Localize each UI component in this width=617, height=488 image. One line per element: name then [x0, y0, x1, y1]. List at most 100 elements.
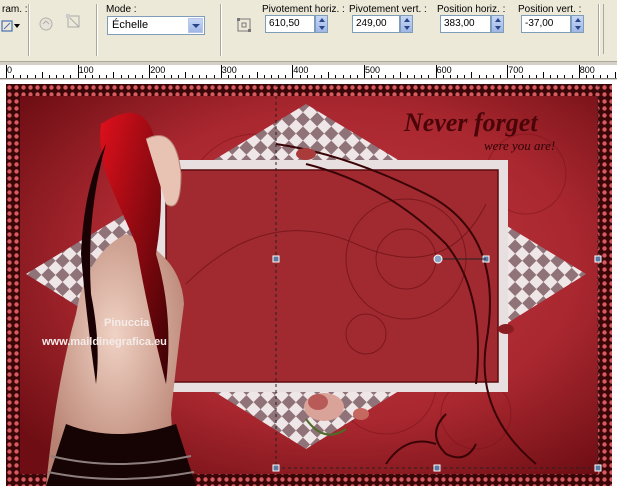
ruler-label: 300 — [221, 65, 237, 75]
ruler-tick — [199, 75, 201, 78]
ruler-tick — [392, 75, 394, 78]
ruler-tick — [528, 75, 530, 78]
ruler-tick — [270, 75, 272, 78]
ruler-tick — [364, 65, 365, 78]
ruler-tick — [242, 75, 244, 78]
ruler-tick — [457, 75, 459, 78]
ruler-tick — [106, 75, 108, 78]
pivot-icon[interactable] — [234, 15, 254, 35]
ruler-tick — [378, 75, 380, 78]
ruler-label: 400 — [293, 65, 309, 75]
ruler-tick — [564, 75, 566, 78]
pos-h-spinner[interactable] — [491, 15, 504, 33]
ruler-tick — [263, 75, 265, 78]
ruler-tick — [120, 75, 122, 78]
pos-h-input[interactable]: 383,00 — [440, 15, 491, 33]
ruler-tick — [442, 75, 444, 78]
ruler-tick — [421, 75, 423, 78]
ruler-tick — [507, 65, 509, 78]
reset-icon[interactable] — [36, 14, 56, 34]
pos-v-spinner[interactable] — [571, 15, 584, 33]
ruler-tick — [13, 75, 15, 78]
ruler-tick — [500, 75, 502, 78]
watermark-url: www.maildinegrafica.eu — [41, 336, 167, 348]
ruler-tick — [585, 75, 587, 78]
ruler-tick — [235, 75, 237, 78]
ruler-tick — [485, 75, 487, 78]
pivot-v-spinner[interactable] — [400, 15, 413, 33]
ruler-tick — [313, 75, 315, 78]
artwork-canvas[interactable]: Never forget were you are! Pinuccia www.… — [6, 84, 612, 486]
ruler-label: 800 — [579, 65, 595, 75]
ruler-tick — [41, 72, 43, 78]
mode-select[interactable]: Échelle — [107, 16, 205, 35]
ruler-tick — [56, 75, 58, 78]
pivot-h-label: Pivotement horiz. : — [262, 4, 345, 15]
ruler-tick — [406, 75, 408, 78]
tool-options-bar: ram. : Mode : Échelle Pivotement horiz. … — [0, 0, 617, 62]
ruler-tick — [521, 75, 523, 78]
preset-dropdown-icon[interactable] — [12, 16, 22, 36]
ruler-tick — [607, 75, 609, 78]
ruler-tick — [335, 75, 337, 78]
ruler-tick — [206, 75, 208, 78]
ruler-tick — [285, 75, 287, 78]
ruler-label: 200 — [150, 65, 166, 75]
ruler-tick — [492, 75, 494, 78]
ruler-tick — [20, 75, 22, 78]
ruler-tick — [127, 75, 129, 78]
ruler-tick — [342, 75, 344, 78]
ruler-tick — [48, 75, 50, 78]
ruler-tick — [535, 75, 537, 78]
ruler-tick — [593, 75, 595, 78]
ruler-tick — [227, 75, 229, 78]
ruler-tick — [256, 72, 258, 78]
ruler-tick — [213, 75, 215, 78]
ruler-tick — [70, 75, 72, 78]
ruler-tick — [34, 75, 36, 78]
ruler-tick — [399, 72, 401, 78]
ruler-label: 100 — [78, 65, 94, 75]
pivot-v-label: Pivotement vert. : — [349, 4, 427, 15]
ruler-tick — [464, 75, 466, 78]
ruler-label: 600 — [436, 65, 452, 75]
ruler-tick — [356, 75, 358, 78]
preset-label: ram. : — [2, 4, 28, 15]
subtitle-text: were you are! — [484, 138, 555, 153]
ruler-label: 500 — [365, 65, 381, 75]
toolbar-grip — [603, 4, 617, 54]
ruler-tick — [91, 75, 93, 78]
ruler-tick — [249, 75, 251, 78]
ruler-tick — [299, 75, 301, 78]
ruler-tick — [292, 65, 294, 78]
ruler-tick — [149, 65, 151, 78]
ruler-tick — [321, 75, 323, 78]
horizontal-ruler[interactable]: 0 100 200 300 400 500 600 700 800 — [0, 65, 617, 79]
ruler-tick — [571, 75, 573, 78]
ruler-tick — [27, 75, 29, 78]
ruler-tick — [371, 75, 373, 78]
ruler-tick — [77, 65, 79, 78]
ruler-tick — [471, 72, 473, 78]
pivot-h-input[interactable]: 610,50 — [265, 15, 315, 33]
ruler-tick — [614, 72, 616, 78]
mode-value: Échelle — [112, 19, 149, 31]
ruler-tick — [543, 72, 544, 78]
transform-icon[interactable] — [64, 12, 84, 32]
ruler-tick — [449, 75, 451, 78]
pos-h-label: Position horiz. : — [437, 4, 506, 15]
ruler-tick — [185, 72, 186, 78]
watermark-name: Pinuccia — [104, 317, 150, 329]
frame-inner — [165, 169, 499, 383]
mode-label: Mode : — [106, 4, 137, 15]
pivot-h-spinner[interactable] — [315, 15, 328, 33]
canvas-area[interactable]: Never forget were you are! Pinuccia www.… — [0, 80, 617, 488]
ruler-tick — [578, 65, 580, 78]
chevron-down-icon[interactable] — [188, 18, 203, 33]
ruler-tick — [99, 75, 101, 78]
pivot-v-input[interactable]: 249,00 — [352, 15, 400, 33]
ruler-tick — [478, 75, 480, 78]
pos-v-input[interactable]: -37,00 — [521, 15, 571, 33]
ruler-tick — [192, 75, 194, 78]
title-text: Never forget — [403, 108, 538, 137]
